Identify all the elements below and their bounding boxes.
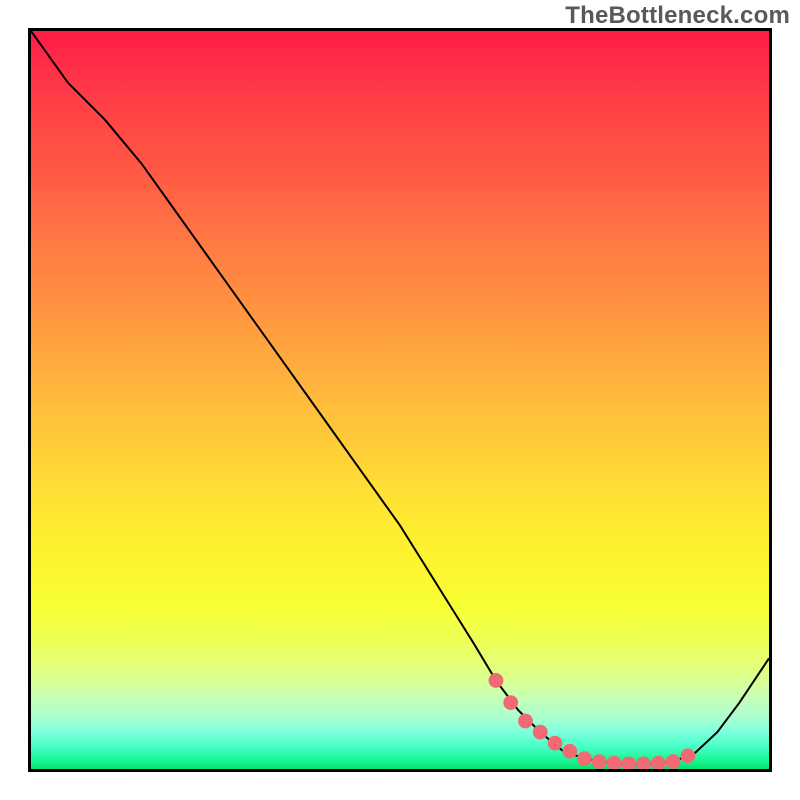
bottleneck-curve xyxy=(31,31,769,764)
chart-svg xyxy=(31,31,769,769)
watermark-text: TheBottleneck.com xyxy=(565,2,790,30)
optimal-dot xyxy=(577,751,592,766)
optimal-dot xyxy=(489,673,504,688)
optimal-dot xyxy=(548,736,563,751)
plot-area xyxy=(28,28,772,772)
optimal-zone-dots xyxy=(489,673,696,769)
optimal-dot xyxy=(592,754,607,769)
optimal-dot xyxy=(636,756,651,769)
optimal-dot xyxy=(651,756,666,769)
optimal-dot xyxy=(518,714,533,729)
optimal-dot xyxy=(533,725,548,740)
optimal-dot xyxy=(562,744,577,759)
optimal-dot xyxy=(607,756,622,769)
optimal-dot xyxy=(503,695,518,710)
chart-frame: TheBottleneck.com xyxy=(0,0,800,800)
optimal-dot xyxy=(680,748,695,763)
optimal-dot xyxy=(621,756,636,769)
optimal-dot xyxy=(666,754,681,769)
